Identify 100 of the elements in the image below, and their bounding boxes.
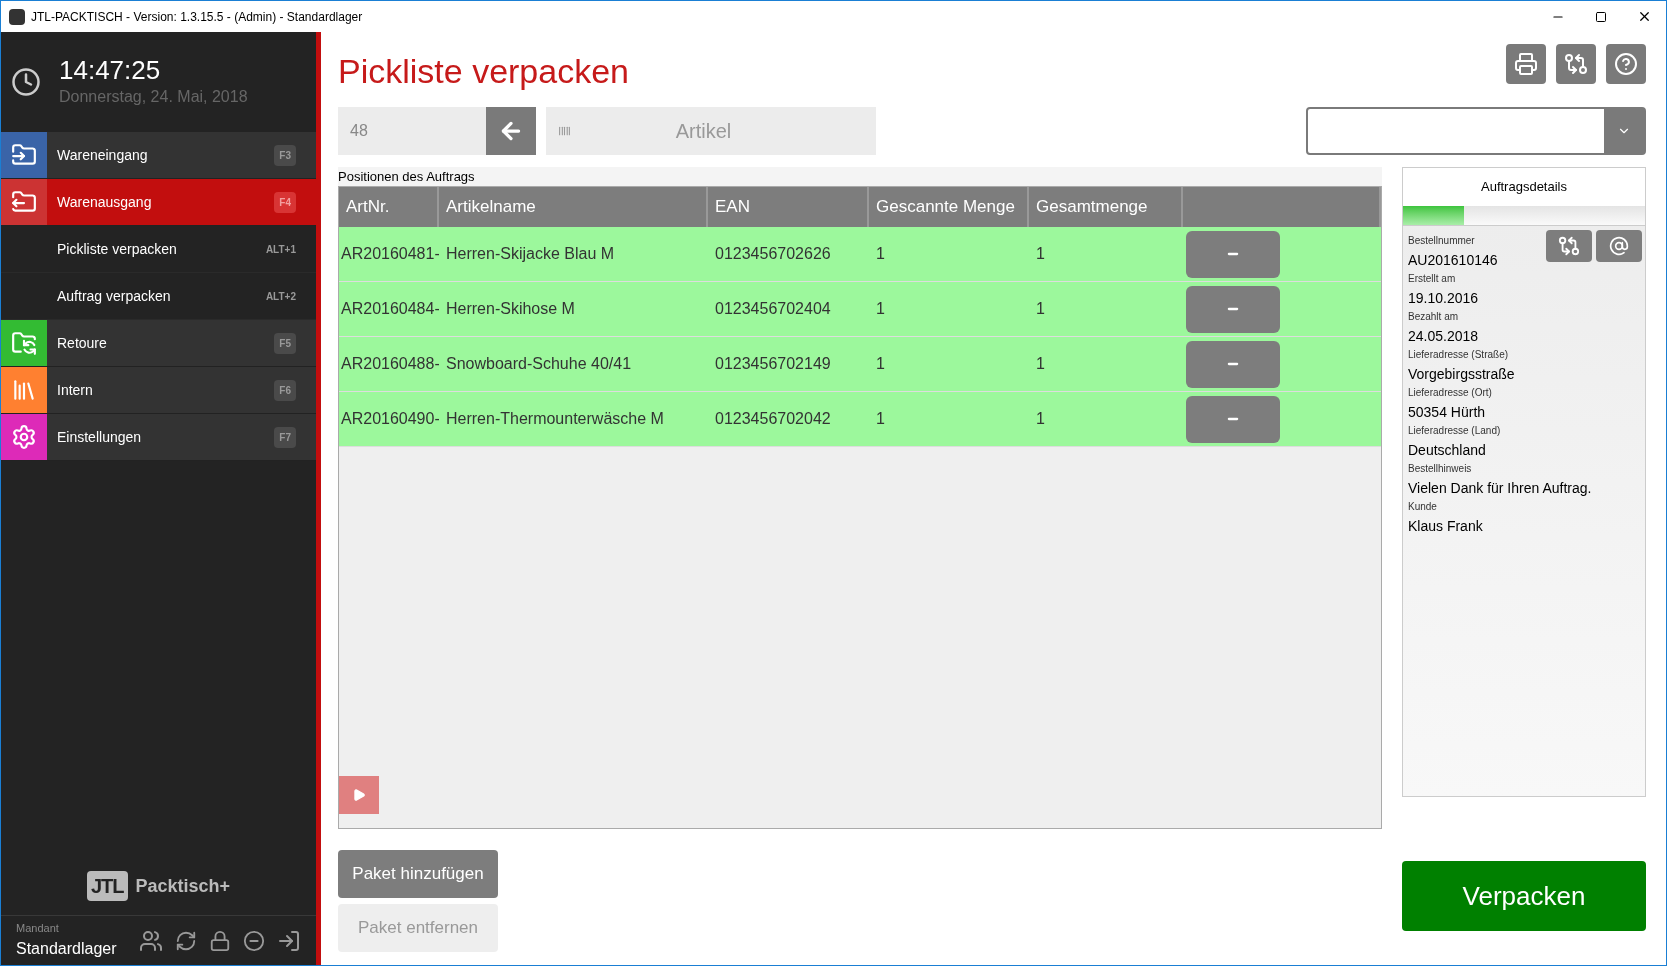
- transfer-icon: [1558, 235, 1580, 257]
- field-value: 24.05.2018: [1408, 327, 1479, 346]
- nav-label: Auftrag verpacken: [57, 286, 172, 306]
- field-value: 19.10.2016: [1408, 289, 1479, 308]
- field-value: Klaus Frank: [1408, 517, 1483, 536]
- table-cell-text: 1: [875, 409, 886, 429]
- shortcut-badge: F7: [274, 426, 296, 448]
- field-label: Lieferadresse (Ort): [1408, 386, 1492, 400]
- mandant-label: Mandant: [16, 921, 60, 937]
- field-label: Bezahlt am: [1408, 310, 1459, 324]
- field-value: Deutschland: [1408, 441, 1486, 460]
- table-caption: Positionen des Auftrags: [338, 167, 1382, 186]
- field-label: Lieferadresse (Land): [1408, 424, 1501, 438]
- table-cell-text: Herren-Thermounterwäsche M: [445, 409, 665, 429]
- app-icon: [9, 8, 25, 25]
- table-row[interactable]: AR20160484- Herren-Skihose M 0123456702404 1 1: [339, 282, 1381, 337]
- help-icon: [1614, 52, 1638, 76]
- table-cell-text: AR20160484-: [340, 299, 439, 319]
- back-button[interactable]: [486, 107, 536, 155]
- logo-mark: JTL: [86, 871, 128, 901]
- at-sign-icon: [1609, 236, 1629, 256]
- shortcut-badge: F6: [274, 379, 296, 401]
- nav-label: Intern: [57, 380, 94, 400]
- field-label: Lieferadresse (Straße): [1408, 348, 1509, 362]
- field-value: Vielen Dank für Ihren Auftrag.: [1408, 479, 1592, 498]
- shortcut-badge: F3: [274, 144, 296, 166]
- field-value: 50354 Hürth: [1408, 403, 1486, 422]
- nav-label: Warenausgang: [57, 192, 153, 212]
- pack-button[interactable]: Verpacken: [1402, 861, 1646, 931]
- table-cell-text: 1: [1035, 354, 1046, 374]
- table-cell-text: 1: [1035, 409, 1046, 429]
- table-cell-text: 1: [1035, 299, 1046, 319]
- package-button[interactable]: Paket hinzufügen: [338, 850, 498, 898]
- logout-icon[interactable]: [277, 928, 301, 953]
- table-row[interactable]: AR20160488- Snowboard-Schuhe 40/41 0123456702149 1 1: [339, 337, 1381, 392]
- field-label: Erstellt am: [1408, 272, 1456, 286]
- shortcut-badge: F5: [274, 332, 296, 354]
- table-cell-text: 0123456702626: [714, 244, 832, 264]
- print-button[interactable]: [1506, 44, 1546, 84]
- nav-item[interactable]: Wareneingang F3: [1, 132, 316, 179]
- clock-time: 14:47:25: [59, 55, 162, 85]
- close-icon[interactable]: [1637, 9, 1652, 24]
- table-cell-text: 1: [875, 244, 886, 264]
- remove-button[interactable]: [1186, 395, 1280, 443]
- play-icon: [352, 788, 366, 802]
- minus-circle-icon[interactable]: [243, 929, 265, 952]
- table-cell-text: AR20160490-: [340, 409, 439, 429]
- table-cell-text: 1: [1035, 244, 1046, 264]
- folder-icon: [11, 189, 37, 215]
- shortcut-label: ALT+1: [265, 242, 296, 257]
- remove-button[interactable]: [1186, 340, 1280, 388]
- binders-icon: [11, 377, 37, 403]
- table-cell-text: Herren-Skijacke Blau M: [445, 244, 616, 264]
- shortcut-label: ALT+2: [265, 289, 296, 304]
- field-label: Bestellnummer: [1408, 234, 1475, 248]
- nav-label: Wareneingang: [57, 145, 149, 165]
- nav-item[interactable]: Einstellungen F7: [1, 414, 316, 461]
- details-title: Auftragsdetails: [1403, 168, 1645, 206]
- table-cell-text: AR20160481-: [340, 244, 439, 264]
- table-cell-text: 1: [875, 299, 886, 319]
- field-value: AU201610146: [1408, 251, 1498, 270]
- remove-button[interactable]: [1186, 230, 1280, 278]
- refresh-icon[interactable]: [175, 929, 197, 952]
- table-row[interactable]: AR20160481- Herren-Skijacke Blau M 0123456702626 1 1: [339, 227, 1381, 282]
- shortcut-badge: F4: [274, 191, 296, 213]
- field-value: Vorgebirgsstraße: [1408, 365, 1515, 384]
- transfer-button[interactable]: [1546, 230, 1592, 262]
- table-cell-text: 0123456702404: [714, 299, 832, 319]
- remove-button[interactable]: [1186, 285, 1280, 333]
- table-row[interactable]: AR20160490- Herren-Thermounterwäsche M 0123456702042 1 1: [339, 392, 1381, 447]
- field-label: Kunde: [1408, 500, 1437, 514]
- table-cell-text: 0123456702149: [714, 354, 832, 374]
- nav-item[interactable]: Warenausgang F4: [1, 179, 316, 226]
- folder-icon: [11, 330, 37, 356]
- clock-date: Donnerstag, 24. Mai, 2018: [59, 87, 248, 107]
- field-label: Bestellhinweis: [1408, 462, 1472, 476]
- transfer-button[interactable]: [1556, 44, 1596, 84]
- table-cell-text: Snowboard-Schuhe 40/41: [445, 354, 633, 374]
- nav-label: Pickliste verpacken: [57, 239, 178, 259]
- clock-icon: [11, 67, 41, 97]
- table-cell-text: Herren-Skihose M: [445, 299, 576, 319]
- maximize-icon[interactable]: [1595, 10, 1607, 23]
- nav-item[interactable]: Retoure F5: [1, 320, 316, 367]
- help-button[interactable]: [1606, 44, 1646, 84]
- folder-icon: [11, 142, 37, 168]
- users-icon[interactable]: [139, 928, 163, 953]
- lock-icon[interactable]: [209, 929, 231, 952]
- print-icon: [1514, 52, 1538, 76]
- nav-label: Retoure: [57, 333, 108, 353]
- logo-text: Packtisch+: [135, 874, 231, 898]
- mandant-value: Standardlager: [16, 938, 118, 959]
- dropdown[interactable]: [1306, 107, 1646, 155]
- nav-item[interactable]: Intern F6: [1, 367, 316, 414]
- contact-button[interactable]: [1596, 230, 1642, 262]
- window-title: JTL-PACKTISCH - Version: 1.3.15.5 - (Admin) - Standardlager: [31, 8, 363, 26]
- play-button[interactable]: [339, 776, 379, 814]
- table-cell-text: 1: [875, 354, 886, 374]
- table-cell-text: 0123456702042: [714, 409, 832, 429]
- table-cell-text: AR20160488-: [340, 354, 439, 374]
- settings-icon: [11, 424, 37, 450]
